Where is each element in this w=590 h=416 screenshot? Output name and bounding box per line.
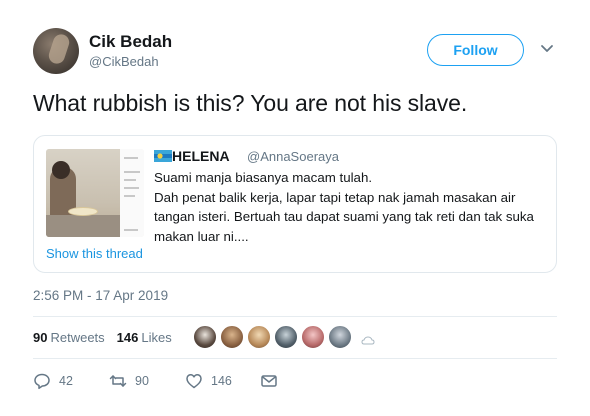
retweets-label: Retweets <box>50 330 105 345</box>
media-text-line <box>124 229 138 231</box>
media-text-line <box>124 157 138 159</box>
media-table <box>46 215 120 237</box>
retweet-button[interactable]: 90 <box>109 371 149 391</box>
quoted-tweet-card[interactable]: HELENA @AnnaSoeraya Suami manja biasanya… <box>33 135 557 273</box>
media-plate <box>68 207 98 216</box>
liker-avatar[interactable] <box>274 325 298 349</box>
reply-count: 42 <box>59 374 73 388</box>
liker-avatar[interactable] <box>247 325 271 349</box>
quoted-text-line: Suami manja biasanya macam tulah. <box>154 170 373 185</box>
flag-icon <box>154 150 172 162</box>
like-count: 146 <box>211 374 232 388</box>
media-text-line <box>124 171 140 173</box>
likes-label: Likes <box>141 330 172 345</box>
media-text-line <box>124 195 135 197</box>
liker-avatar[interactable] <box>301 325 325 349</box>
quoted-text-line: Dah penat balik kerja, lapar tapi tetap … <box>154 189 516 205</box>
quoted-text-line: tangan isteri. Bertuah tau dapat suami y… <box>154 209 534 225</box>
liker-avatar[interactable] <box>328 325 352 349</box>
media-text-line <box>124 179 136 181</box>
author-avatar[interactable] <box>33 28 79 74</box>
tweet-timestamp[interactable]: 2:56 PM - 17 Apr 2019 <box>33 288 168 303</box>
like-icon <box>186 374 202 389</box>
more-icon[interactable] <box>361 336 375 346</box>
likes-count: 146 <box>116 330 139 345</box>
quoted-handle[interactable]: @AnnaSoeraya <box>247 149 339 164</box>
show-thread-link[interactable]: Show this thread <box>46 246 143 261</box>
engagement-stats: 90 Retweets 146 Likes <box>33 330 184 345</box>
direct-message-button[interactable] <box>260 371 286 391</box>
quoted-text-line: makan luar ni.... <box>154 228 249 244</box>
tweet-text: What rubbish is this? You are not his sl… <box>33 90 468 116</box>
media-side-panel <box>120 149 144 237</box>
retweet-count: 90 <box>135 374 149 388</box>
reply-icon <box>34 373 50 390</box>
liker-avatar[interactable] <box>193 325 217 349</box>
quoted-display-name[interactable]: HELENA <box>172 148 230 164</box>
follow-button[interactable]: Follow <box>427 34 524 66</box>
divider <box>33 358 557 359</box>
message-icon <box>261 375 277 387</box>
quoted-tweet-text: Suami manja biasanya macam tulah. Dah pe… <box>154 168 549 246</box>
author-handle[interactable]: @CikBedah <box>89 54 159 69</box>
likes-stat[interactable]: 146 Likes <box>117 330 172 345</box>
author-display-name[interactable]: Cik Bedah <box>89 32 172 52</box>
quoted-tweet-media-thumbnail[interactable] <box>46 149 144 237</box>
retweet-icon <box>109 375 127 387</box>
retweets-count: 90 <box>33 330 48 345</box>
reply-button[interactable]: 42 <box>33 371 73 391</box>
media-person-head <box>52 161 70 179</box>
like-button[interactable]: 146 <box>185 371 232 391</box>
media-text-line <box>124 187 139 189</box>
liker-avatar[interactable] <box>220 325 244 349</box>
divider <box>33 316 557 317</box>
retweets-stat[interactable]: 90 Retweets <box>33 330 105 345</box>
chevron-down-icon[interactable] <box>540 44 554 54</box>
